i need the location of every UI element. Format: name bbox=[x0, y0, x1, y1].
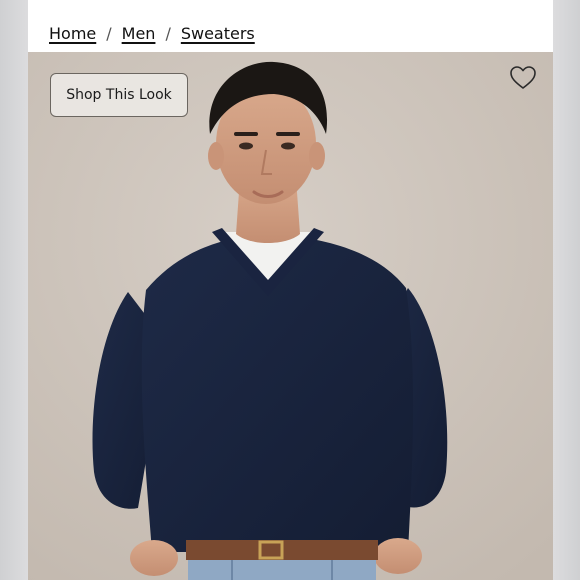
breadcrumb-separator: / bbox=[165, 23, 171, 43]
model-photo bbox=[28, 52, 553, 580]
right-edge bbox=[553, 0, 580, 580]
left-edge bbox=[0, 0, 28, 580]
breadcrumb: Home / Men / Sweaters bbox=[49, 20, 255, 46]
product-image[interactable]: Shop This Look bbox=[28, 52, 553, 580]
breadcrumb-separator: / bbox=[106, 23, 112, 43]
breadcrumb-sweaters[interactable]: Sweaters bbox=[181, 24, 255, 43]
breadcrumb-men[interactable]: Men bbox=[122, 24, 156, 43]
shop-this-look-button[interactable]: Shop This Look bbox=[50, 73, 188, 117]
product-card: Home / Men / Sweaters Shop This Look bbox=[28, 0, 553, 580]
heart-icon[interactable] bbox=[509, 65, 537, 91]
breadcrumb-home[interactable]: Home bbox=[49, 24, 96, 43]
